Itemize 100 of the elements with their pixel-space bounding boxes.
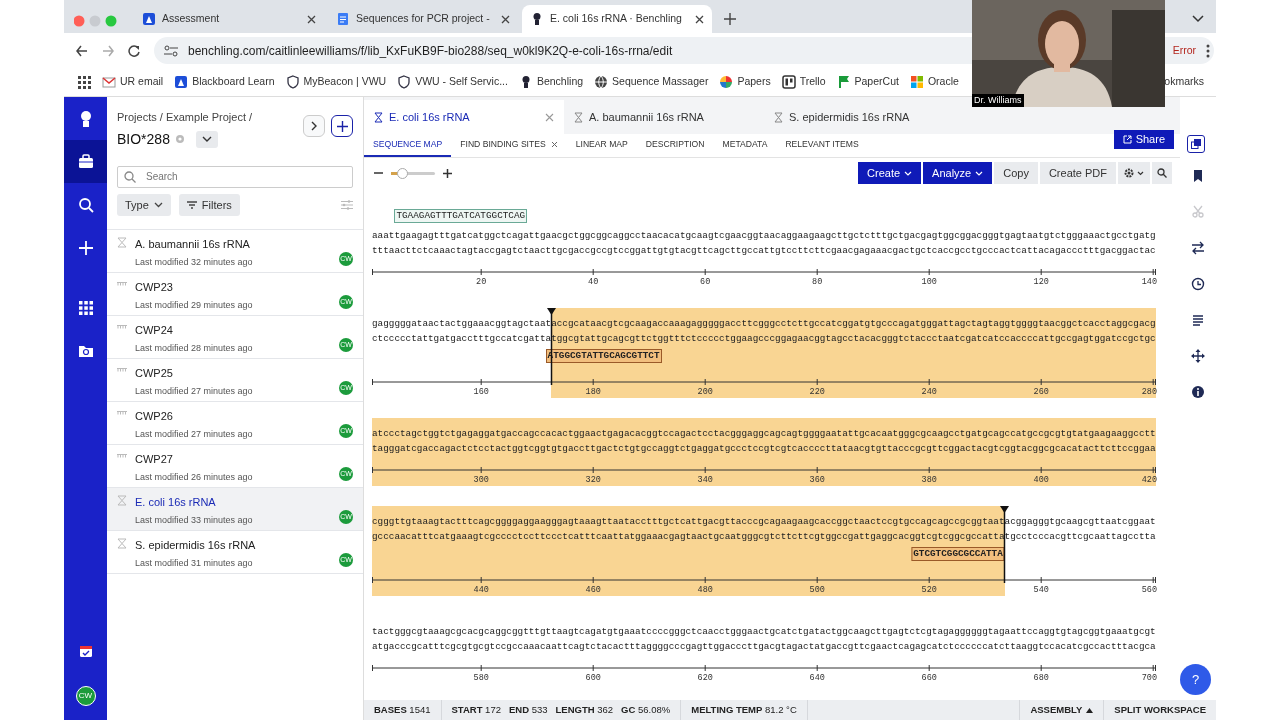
- ruler-label: 420: [1141, 474, 1157, 487]
- chevron-down-icon[interactable]: [1192, 15, 1204, 23]
- status-item: LENGTH 362: [555, 702, 614, 717]
- globe-icon: [594, 75, 609, 89]
- view-tab[interactable]: RELEVANT ITEMS: [776, 134, 868, 157]
- search-field[interactable]: Search: [117, 165, 353, 188]
- primer-label[interactable]: TGAAGAGTTTGATCATGGCTCAG: [394, 209, 528, 223]
- error-status[interactable]: Error: [1172, 42, 1196, 59]
- bookmark-link[interactable]: okmarks: [1164, 74, 1204, 90]
- close-icon[interactable]: [695, 14, 704, 24]
- ruler-label: 320: [585, 474, 601, 487]
- apps-icon[interactable]: [78, 75, 91, 89]
- new-tab-icon[interactable]: [724, 13, 736, 25]
- search-icon: [124, 170, 136, 183]
- browser-tab[interactable]: Assessment: [134, 5, 324, 33]
- bookmark-icon[interactable]: [1191, 169, 1205, 183]
- ruler-label: 100: [921, 276, 937, 289]
- bookmark-link[interactable]: Blackboard Learn: [192, 74, 275, 90]
- filter-icon: [186, 200, 197, 209]
- view-tab[interactable]: SEQUENCE MAP: [364, 134, 452, 157]
- ruler-label: 120: [1033, 276, 1049, 289]
- bookmark-link[interactable]: UR email: [120, 74, 164, 90]
- view-tab[interactable]: LINEAR MAP: [566, 134, 637, 157]
- hourglass-icon: [117, 495, 127, 506]
- bookmark-link[interactable]: Benchling: [536, 74, 584, 90]
- view-tab[interactable]: METADATA: [713, 134, 777, 157]
- copy-button[interactable]: [1187, 135, 1205, 153]
- close-icon[interactable]: [501, 14, 510, 24]
- move-icon[interactable]: [1191, 349, 1205, 363]
- clock-icon[interactable]: [1191, 277, 1205, 291]
- file-name: A. baumannii 16s rRNA: [135, 237, 251, 252]
- document-tab[interactable]: E. coli 16s rRNA: [364, 100, 564, 134]
- document-tab[interactable]: A. baumannii 16s rRNA: [564, 100, 764, 134]
- calendar-icon[interactable]: [78, 644, 93, 658]
- bookmark-link[interactable]: Oracle: [927, 74, 959, 90]
- hourglass-icon: [117, 538, 127, 549]
- file-name: CWP27: [135, 452, 174, 467]
- bookmark-link[interactable]: Papers: [737, 74, 771, 90]
- filter-button[interactable]: Type: [117, 193, 171, 216]
- bookmark-link[interactable]: MyBeacon | VWU: [303, 74, 387, 90]
- sequence-strand: tagggatcgaccagactctcctactggtcggtgtgaccttgactctgtgccaggtctgaggatgccctccgtcgtcaccccttataacgtgttacccgcgttcggactacgtcggtacggcgcacatacttcttccggaa: [372, 442, 1156, 456]
- ruler-label: 400: [1033, 474, 1049, 487]
- search-input[interactable]: Search: [144, 168, 344, 185]
- settings-button[interactable]: [1118, 161, 1150, 185]
- toolbar-button[interactable]: Create PDF: [1039, 161, 1116, 185]
- ruler-label: 260: [1033, 386, 1049, 399]
- toolbar-button[interactable]: Copy: [994, 161, 1038, 185]
- swap-icon[interactable]: [1191, 241, 1205, 255]
- info-icon[interactable]: [1191, 385, 1205, 399]
- status-item: BASES 1541: [374, 702, 431, 717]
- primer-label[interactable]: GTCGTCGGCGCCATTA: [911, 547, 1005, 561]
- reload-icon[interactable]: [128, 44, 140, 57]
- dropdown-button[interactable]: [195, 130, 218, 148]
- expand-button[interactable]: [303, 115, 325, 137]
- back-icon[interactable]: [76, 44, 88, 57]
- toolbar-button[interactable]: Create: [858, 161, 922, 185]
- ruler-label: 180: [585, 386, 601, 399]
- status-item: GC 56.08%: [621, 702, 671, 717]
- flag-icon: [836, 75, 851, 89]
- nav-rail-item[interactable]: [64, 140, 107, 183]
- slider-thumb[interactable]: [397, 167, 408, 179]
- caret-up-icon: [1086, 707, 1094, 713]
- modified-time: Last modified 29 minutes ago: [135, 298, 254, 312]
- user-avatar[interactable]: CW: [75, 686, 96, 706]
- ruler-label: 20: [476, 276, 487, 289]
- help-button[interactable]: ?: [1180, 664, 1211, 695]
- pinwheel-icon: [719, 75, 734, 89]
- more-icon[interactable]: [1206, 43, 1210, 58]
- view-tab[interactable]: FIND BINDING SITES: [451, 134, 567, 157]
- browser-tab[interactable]: E. coli 16s rRNA · Benchling: [522, 5, 712, 33]
- search-button[interactable]: [1152, 161, 1172, 185]
- url-text: benchling.com/caitlinleewilliams/f/lib_KxFuKB9F-bio288/seq_w0kl9K2Q-e-coli-16s-rrna/edit: [188, 42, 673, 60]
- bookmark-link[interactable]: Trello: [799, 74, 826, 90]
- ruler-icon: [117, 411, 127, 415]
- sequence-strand: atccctagctggtctgagaggatgaccagccacactggaactgagacacggtccagactcctacgggaggcagcagtggggaatattgcacaatgggcgcaagcctgatgcagccatgccgcgtgtatgaagaaggcctt: [372, 427, 1156, 441]
- zoom-in-icon[interactable]: [443, 168, 452, 178]
- bookmark-link[interactable]: PaperCut: [854, 74, 899, 90]
- status-menu[interactable]: SPLIT WORKSPACE: [1103, 700, 1216, 720]
- view-tab[interactable]: DESCRIPTION: [636, 134, 714, 157]
- add-button[interactable]: [331, 115, 353, 137]
- close-icon[interactable]: [307, 14, 316, 24]
- share-button[interactable]: Share: [1113, 130, 1174, 149]
- board-icon: [781, 75, 796, 89]
- ruler-label: 560: [1141, 584, 1157, 597]
- modified-time: Last modified 28 minutes ago: [135, 341, 254, 355]
- file-name: CWP24: [135, 323, 174, 338]
- status-menu[interactable]: ASSEMBLY: [1019, 700, 1104, 720]
- ruler-label: 200: [697, 386, 713, 399]
- close-icon[interactable]: [550, 141, 558, 148]
- ruler-label: 540: [1033, 584, 1049, 597]
- list-icon[interactable]: [1191, 313, 1205, 327]
- sliders-icon[interactable]: [341, 199, 353, 210]
- site-settings-icon[interactable]: [164, 44, 178, 57]
- bookmark-link[interactable]: Sequence Massager: [612, 74, 709, 90]
- document-tab[interactable]: S. epidermidis 16s rRNA: [764, 100, 964, 134]
- filter-button[interactable]: Filters: [178, 193, 240, 216]
- ruler-label: 640: [809, 672, 825, 685]
- toolbar-button[interactable]: Analyze: [923, 161, 993, 185]
- bookmark-link[interactable]: VWU - Self Servic...: [415, 74, 508, 90]
- browser-tab[interactable]: Sequences for PCR project -: [328, 5, 518, 33]
